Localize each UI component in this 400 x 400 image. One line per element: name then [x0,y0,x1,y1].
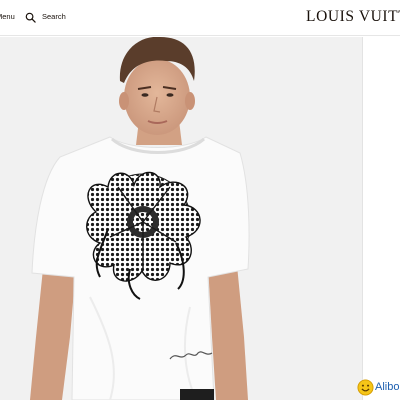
smiley-emoji-icon [357,378,374,396]
next-image-panel[interactable] [363,37,400,400]
product-image[interactable] [0,37,362,400]
brand-logo[interactable]: LOUIS VUITTON [306,6,400,28]
product-photo [0,37,362,400]
search-label: Search [42,12,66,21]
watermark: Alibob [357,378,400,396]
site-header: Menu Search LOUIS VUITTON [0,0,400,36]
menu-label: Menu [0,12,15,21]
search-button[interactable]: Search [25,9,66,25]
watermark-text: Alibob [375,381,400,393]
search-icon [25,12,36,23]
menu-button[interactable]: Menu [0,9,15,25]
